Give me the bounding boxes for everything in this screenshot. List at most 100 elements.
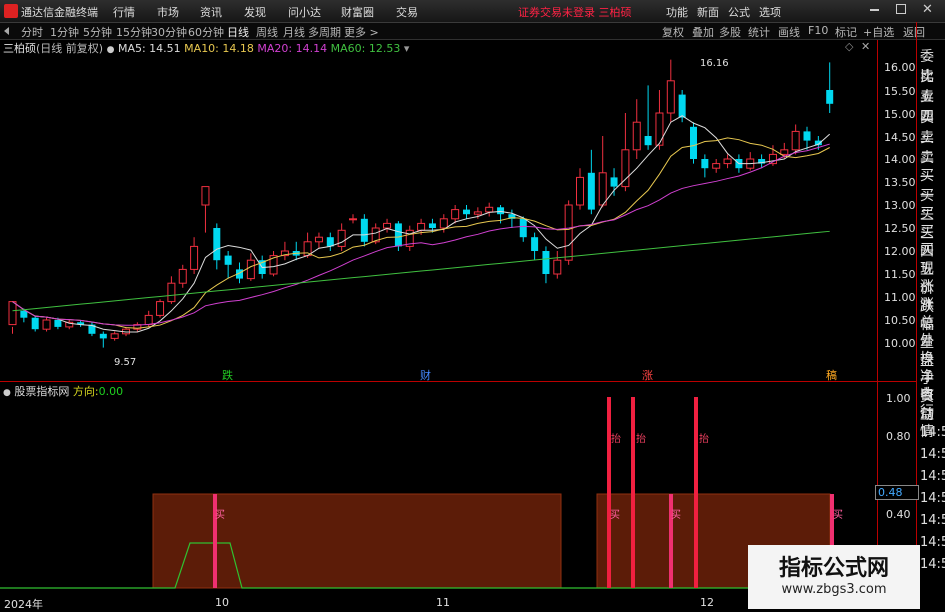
menu-bar: 通达信金融终端 行情 市场 资讯 发现 问小达 财富圈 交易 证券交易未登录 三… [0,0,945,23]
candle-up [791,130,800,151]
candle-up [576,176,584,206]
candle-up [144,314,153,326]
watermark: 指标公式网 www.zbgs3.com [748,545,920,609]
period-monthly[interactable]: 月线 [283,24,305,40]
period-15min[interactable]: 15分钟 [116,24,152,40]
candle-up [655,112,664,146]
price-tick: 15.50 [884,85,916,98]
toolbar-back[interactable]: 返回 [903,24,925,40]
candle-down [519,218,527,238]
price-tick: 14.50 [884,131,916,144]
pane-separator [0,381,916,382]
period-tick[interactable]: 分时 [21,24,43,40]
peak-signal-label: 抬 [636,434,646,445]
candle-down [610,177,618,187]
period-daily[interactable]: 日线 [227,24,249,40]
time-tick: 10 [215,596,229,609]
period-1min[interactable]: 1分钟 [50,24,79,40]
high-price-label: 16.16 [700,58,729,69]
more-arrow-icon: > [369,26,379,39]
toolbar-draw-line[interactable]: 画线 [778,24,800,40]
menu-options[interactable]: 选项 [759,4,781,20]
candle-up [723,158,732,165]
side-time: 14:5 [920,535,945,550]
buy-signal-label: 买 [833,510,843,521]
menu-formula[interactable]: 公式 [728,4,750,20]
menu-market[interactable]: 市场 [157,4,179,20]
toolbar-restore-rights[interactable]: 复权 [662,24,684,40]
menu-wealth-circle[interactable]: 财富圈 [341,4,374,20]
candle-down [531,237,539,251]
period-60min[interactable]: 60分钟 [188,24,224,40]
price-tick: 12.50 [884,222,916,235]
toolbar-multi-stock[interactable]: 多股 [719,24,741,40]
toolbar-mark[interactable]: 标记 [835,24,857,40]
event-marker[interactable]: 跌 [222,367,233,383]
app-logo-icon [4,4,18,18]
peak-bar [607,397,611,588]
event-marker[interactable]: 财 [420,367,431,383]
period-more[interactable]: 更多 > [344,24,379,40]
time-tick: 2024年 [4,598,43,611]
toolbar-overlay[interactable]: 叠加 [692,24,714,40]
peak-bar [631,397,635,588]
menu-market-quotes[interactable]: 行情 [113,4,135,20]
candle-up [666,80,675,114]
candle-down [701,159,709,169]
candle-up [712,163,721,169]
candle-up [451,209,460,220]
candle-down [54,320,62,327]
toolbar-f10[interactable]: F10 [808,24,828,37]
candle-down [690,126,697,159]
side-time: 14:5 [920,513,945,528]
chart-info-bar: 三柏硕(日线 前复权) ● MA5: 14.51 MA10: 14.18 MA2… [0,40,878,55]
indicator-chart[interactable] [0,383,878,596]
candle-up [439,218,448,229]
indicator-tick: 1.00 [886,392,911,405]
prev-arrow-icon[interactable] [4,27,9,35]
candle-up [42,319,51,330]
minimize-icon[interactable] [870,9,879,11]
menu-new-screen[interactable]: 新面 [697,4,719,20]
candle-down [542,251,550,274]
price-tick: 10.50 [884,314,916,327]
price-tick: 15.00 [884,108,916,121]
toolbar-add-watchlist[interactable]: +自选 [863,24,894,40]
candle-down [213,228,221,261]
buy-signal-label: 买 [671,510,681,521]
event-marker[interactable]: 稿 [826,367,837,383]
candle-down [644,136,652,146]
period-weekly[interactable]: 周线 [256,24,278,40]
side-panel-border [916,22,917,609]
menu-ask-xiaoda[interactable]: 问小达 [288,4,321,20]
period-multi[interactable]: 多周期 [308,24,341,40]
stock-name-status: 三柏硕 [598,6,632,19]
menu-news[interactable]: 资讯 [200,4,222,20]
candle-down [803,131,811,141]
menu-trade[interactable]: 交易 [396,4,418,20]
candle-up [201,186,210,206]
chart-close-icon[interactable]: ✕ [861,40,870,53]
period-30min[interactable]: 30分钟 [151,24,187,40]
candle-up [564,204,573,261]
menu-functions[interactable]: 功能 [666,4,688,20]
candle-down [99,333,107,339]
event-marker[interactable]: 涨 [642,367,653,383]
toolbar-stats[interactable]: 统计 [748,24,770,40]
candle-down [587,172,595,210]
period-5min[interactable]: 5分钟 [83,24,112,40]
candle-up [598,172,607,206]
low-price-label: 9.57 [114,357,137,368]
close-icon[interactable]: ✕ [922,2,933,17]
candle-up [485,206,494,213]
menu-discover[interactable]: 发现 [244,4,266,20]
price-tick: 12.00 [884,245,916,258]
kline-chart[interactable] [0,54,878,381]
candle-up [156,301,165,316]
time-tick: 12 [700,596,714,609]
app-name: 通达信金融终端 [21,6,98,19]
ma60-line [12,230,830,312]
maximize-icon[interactable] [896,4,906,14]
diamond-icon[interactable]: ◇ [845,40,853,53]
candle-down [20,310,28,318]
